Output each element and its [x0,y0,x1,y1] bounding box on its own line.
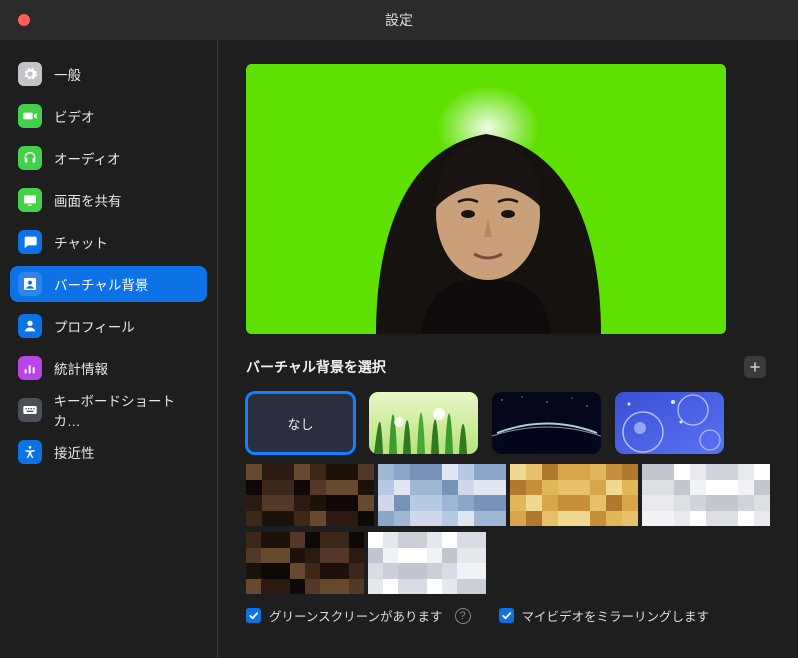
content: 一般 ビデオ オーディオ 画面を共有 チャット [0,40,798,658]
sidebar-item-accessibility[interactable]: 接近性 [10,434,207,470]
sidebar-item-label: 画面を共有 [54,190,122,210]
checkbox-mirror-video[interactable]: マイビデオをミラーリングします [499,606,710,625]
sidebar-item-virtual-background[interactable]: バーチャル背景 [10,266,207,302]
checkbox-green-screen[interactable]: グリーンスクリーンがあります ? [246,606,471,625]
background-tile-pixelated[interactable] [246,464,374,526]
sidebar-item-label: チャット [54,232,108,252]
background-grid: なし [246,392,770,454]
sidebar-item-label: 一般 [54,64,81,84]
stats-icon [18,356,42,380]
sidebar-item-label: オーディオ [54,148,121,168]
video-icon [18,104,42,128]
background-tile-bubbles[interactable] [615,392,724,454]
sidebar: 一般 ビデオ オーディオ 画面を共有 チャット [0,40,218,658]
sidebar-item-label: キーボードショートカ… [54,390,199,430]
window-title: 設定 [0,10,798,30]
background-tile-pixelated[interactable] [368,532,486,594]
background-none-label: なし [287,414,313,433]
sidebar-item-label: プロフィール [54,316,135,336]
close-icon[interactable] [18,14,30,26]
help-icon[interactable]: ? [455,608,471,624]
checkbox-label: マイビデオをミラーリングします [522,606,710,625]
titlebar: 設定 [0,0,798,40]
share-screen-icon [18,188,42,212]
chat-icon [18,230,42,254]
sidebar-item-statistics[interactable]: 統計情報 [10,350,207,386]
section-title: バーチャル背景を選択 [246,357,386,377]
add-background-button[interactable] [744,356,766,378]
sidebar-item-label: バーチャル背景 [54,274,148,294]
portrait-icon [18,272,42,296]
background-tile-earth[interactable] [492,392,601,454]
sidebar-item-chat[interactable]: チャット [10,224,207,260]
background-tile-pixelated[interactable] [378,464,506,526]
background-tile-pixelated[interactable] [246,532,364,594]
keyboard-icon [18,398,42,422]
headphones-icon [18,146,42,170]
sidebar-item-profile[interactable]: プロフィール [10,308,207,344]
sidebar-item-label: ビデオ [54,106,95,126]
video-preview [246,64,726,334]
gear-icon [18,62,42,86]
background-tile-none[interactable]: なし [246,392,355,454]
checkmark-icon [499,608,514,623]
sidebar-item-keyboard-shortcuts[interactable]: キーボードショートカ… [10,392,207,428]
sidebar-item-label: 接近性 [54,442,95,462]
background-row-pixelated-1 [246,464,770,526]
sidebar-item-general[interactable]: 一般 [10,56,207,92]
background-row-pixelated-2 [246,532,770,594]
checkbox-label: グリーンスクリーンがあります [269,606,443,625]
sidebar-item-share-screen[interactable]: 画面を共有 [10,182,207,218]
accessibility-icon [18,440,42,464]
sidebar-item-label: 統計情報 [54,358,108,378]
options-row: グリーンスクリーンがあります ? マイビデオをミラーリングします [246,606,770,625]
sidebar-item-video[interactable]: ビデオ [10,98,207,134]
background-tile-pixelated[interactable] [510,464,638,526]
sidebar-item-audio[interactable]: オーディオ [10,140,207,176]
section-header: バーチャル背景を選択 [246,356,770,378]
background-tile-grass[interactable] [369,392,478,454]
background-tile-pixelated[interactable] [642,464,770,526]
user-icon [18,314,42,338]
main-pane: バーチャル背景を選択 なし [218,40,798,658]
checkmark-icon [246,608,261,623]
